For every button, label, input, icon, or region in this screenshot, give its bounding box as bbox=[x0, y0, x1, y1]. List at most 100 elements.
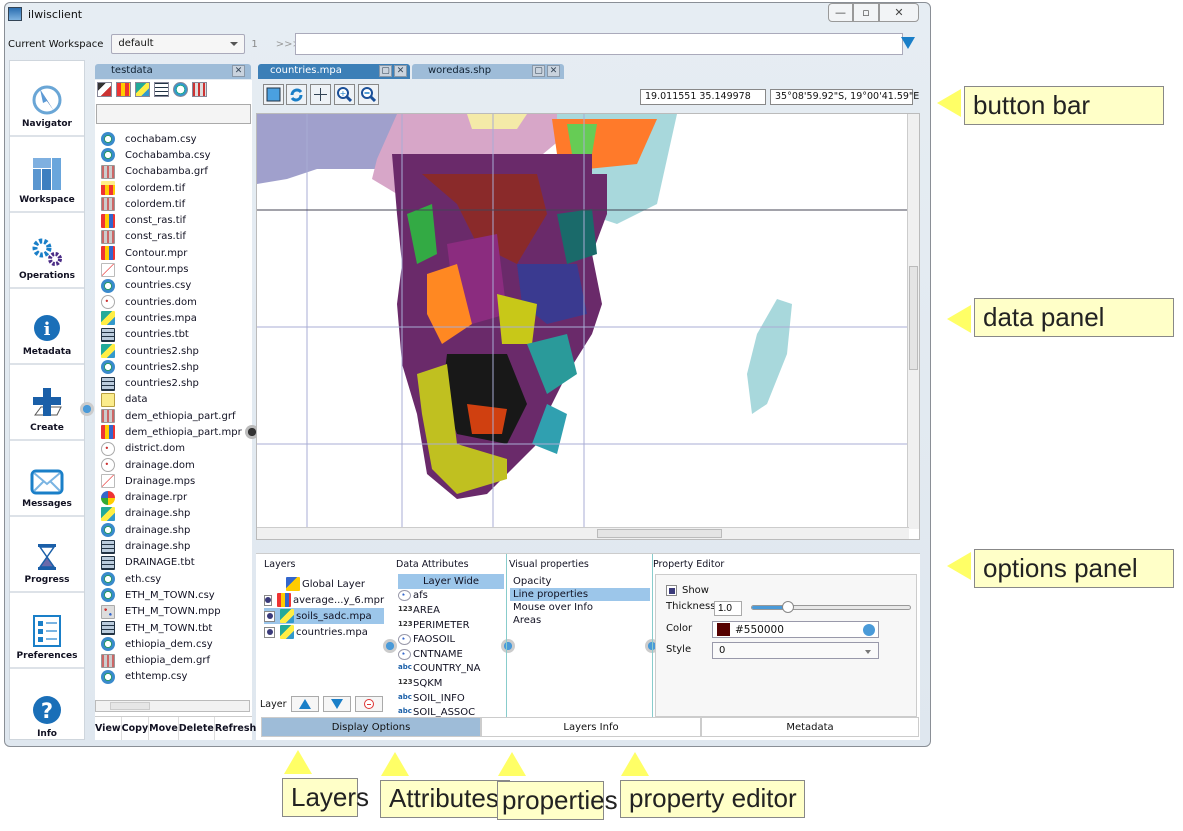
command-input[interactable] bbox=[295, 33, 903, 55]
attributes-splitter[interactable] bbox=[501, 639, 515, 653]
command-history-dropdown-icon[interactable] bbox=[901, 37, 915, 49]
file-list-item[interactable]: countries.tbt bbox=[101, 327, 251, 343]
sidebar-item-progress[interactable]: Progress bbox=[10, 517, 84, 593]
file-list-item[interactable]: countries2.shp bbox=[101, 375, 251, 391]
sidebar-item-preferences[interactable]: Preferences bbox=[10, 593, 84, 669]
tab-layers-info[interactable]: Layers Info bbox=[481, 717, 701, 737]
sidebar-splitter[interactable] bbox=[80, 402, 94, 416]
move-layer-up-button[interactable] bbox=[290, 696, 319, 712]
catalog-filter-input[interactable] bbox=[96, 104, 251, 124]
file-list-item[interactable]: colordem.tif bbox=[101, 180, 251, 196]
table-icon[interactable] bbox=[154, 82, 169, 97]
georef-icon[interactable] bbox=[192, 82, 207, 97]
file-list-item[interactable]: Drainage.mps bbox=[101, 473, 251, 489]
close-icon[interactable]: ✕ bbox=[394, 65, 407, 77]
float-icon[interactable]: ▢ bbox=[379, 65, 392, 77]
map-canvas[interactable] bbox=[256, 113, 920, 540]
attribute-item[interactable]: 123 PERIMETER bbox=[398, 618, 504, 633]
file-list-item[interactable]: dem_ethiopia_part.mpr bbox=[101, 424, 251, 440]
file-list-item[interactable]: Cochabamba.csy bbox=[101, 147, 251, 163]
file-list-item[interactable]: eth.csy bbox=[101, 571, 251, 587]
attribute-item[interactable]: FAOSOIL bbox=[398, 632, 504, 647]
zoom-out-button[interactable] bbox=[358, 84, 379, 105]
file-list-item[interactable]: data bbox=[101, 392, 251, 408]
polygon-icon[interactable] bbox=[135, 82, 150, 97]
file-list-item[interactable]: ETH_M_TOWN.csy bbox=[101, 587, 251, 603]
file-list-item[interactable]: colordem.tif bbox=[101, 196, 251, 212]
move-button[interactable]: Move bbox=[149, 717, 179, 740]
file-list-item[interactable]: district.dom bbox=[101, 441, 251, 457]
scrollbar-thumb[interactable] bbox=[597, 529, 722, 538]
sidebar-item-metadata[interactable]: i Metadata bbox=[10, 289, 84, 365]
file-list-item[interactable]: countries.mpa bbox=[101, 310, 251, 326]
sidebar-item-workspace[interactable]: Workspace bbox=[10, 137, 84, 213]
file-list-item[interactable]: drainage.shp bbox=[101, 522, 251, 538]
catalog-tab[interactable]: testdata bbox=[95, 64, 251, 79]
file-list-item[interactable]: Cochabamba.grf bbox=[101, 164, 251, 180]
file-list-item[interactable]: drainage.shp bbox=[101, 506, 251, 522]
pan-button[interactable] bbox=[310, 84, 331, 105]
copy-button[interactable]: Copy bbox=[122, 717, 150, 740]
layer-item[interactable]: average...y_6.mpr bbox=[264, 592, 384, 608]
file-list-item[interactable]: drainage.shp bbox=[101, 538, 251, 554]
sidebar-item-operations[interactable]: Operations bbox=[10, 213, 84, 289]
sidebar-item-create[interactable]: Create bbox=[10, 365, 84, 441]
layer-visibility-checkbox[interactable] bbox=[264, 594, 272, 606]
file-list-item[interactable]: dem_ethiopia_part.grf bbox=[101, 408, 251, 424]
delete-button[interactable]: Delete bbox=[179, 717, 215, 740]
style-select[interactable]: 0 bbox=[712, 642, 879, 659]
attribute-item[interactable]: 123 AREA bbox=[398, 603, 504, 618]
file-list-item[interactable]: countries.csy bbox=[101, 278, 251, 294]
file-list-item[interactable]: ETH_M_TOWN.tbt bbox=[101, 620, 251, 636]
file-list-item[interactable]: ethiopia_dem.grf bbox=[101, 653, 251, 669]
attribute-item[interactable]: Layer Wide bbox=[398, 574, 504, 589]
file-list-item[interactable]: ethiopia_dem.csy bbox=[101, 636, 251, 652]
slider-handle[interactable] bbox=[782, 601, 794, 613]
remove-layer-button[interactable] bbox=[354, 696, 383, 712]
close-icon[interactable]: ✕ bbox=[547, 65, 560, 77]
visual-property-item[interactable]: Mouse over Info bbox=[510, 601, 650, 614]
tab-metadata[interactable]: Metadata bbox=[701, 717, 919, 737]
file-list-item[interactable]: drainage.rpr bbox=[101, 490, 251, 506]
scrollbar-thumb[interactable] bbox=[909, 266, 918, 370]
zoom-extent-button[interactable] bbox=[263, 84, 284, 105]
map-horizontal-scrollbar[interactable] bbox=[257, 527, 909, 539]
globe-icon[interactable] bbox=[173, 82, 188, 97]
filter-icon[interactable] bbox=[97, 82, 112, 97]
file-list-item[interactable]: Contour.mpr bbox=[101, 245, 251, 261]
file-list-item[interactable]: Contour.mps bbox=[101, 261, 251, 277]
close-icon[interactable]: ✕ bbox=[232, 65, 245, 77]
sidebar-item-navigator[interactable]: Navigator bbox=[10, 61, 84, 137]
file-list-item[interactable]: const_ras.tif bbox=[101, 212, 251, 228]
layer-item[interactable]: soils_sadc.mpa bbox=[264, 608, 384, 624]
raster-icon[interactable] bbox=[116, 82, 131, 97]
map-vertical-scrollbar[interactable] bbox=[907, 114, 919, 529]
sidebar-item-info[interactable]: ? Info bbox=[10, 669, 84, 745]
attribute-item[interactable]: CNTNAME bbox=[398, 647, 504, 662]
thickness-input[interactable] bbox=[714, 601, 742, 616]
maximize-button[interactable]: ▫ bbox=[853, 3, 879, 22]
visual-property-item[interactable]: Line properties bbox=[510, 588, 650, 601]
view-button[interactable]: View bbox=[95, 717, 122, 740]
visual-property-item[interactable]: Opacity bbox=[510, 575, 650, 588]
file-list-item[interactable]: drainage.dom bbox=[101, 457, 251, 473]
show-checkbox[interactable] bbox=[666, 585, 677, 596]
float-icon[interactable]: ▢ bbox=[532, 65, 545, 77]
file-list-item[interactable]: countries.dom bbox=[101, 294, 251, 310]
file-list-item[interactable]: countries2.shp bbox=[101, 359, 251, 375]
close-button[interactable]: ✕ bbox=[879, 3, 919, 22]
tab-display-options[interactable]: Display Options bbox=[261, 717, 481, 737]
file-list-item[interactable]: ETH_M_TOWN.mpp bbox=[101, 604, 251, 620]
minimize-button[interactable]: — bbox=[828, 3, 853, 22]
color-picker[interactable]: #550000 bbox=[712, 621, 879, 638]
layer-item[interactable]: Global Layer bbox=[264, 576, 384, 592]
refresh-button[interactable]: Refresh bbox=[215, 717, 258, 740]
catalog-horizontal-scrollbar[interactable] bbox=[95, 700, 250, 712]
file-list-item[interactable]: const_ras.tif bbox=[101, 229, 251, 245]
file-list-item[interactable]: DRAINAGE.tbt bbox=[101, 555, 251, 571]
layers-splitter[interactable] bbox=[383, 639, 397, 653]
file-list-item[interactable]: ethtemp.csy bbox=[101, 669, 251, 685]
workspace-select[interactable]: default bbox=[111, 34, 246, 54]
refresh-button[interactable] bbox=[286, 84, 307, 105]
sidebar-item-messages[interactable]: Messages bbox=[10, 441, 84, 517]
